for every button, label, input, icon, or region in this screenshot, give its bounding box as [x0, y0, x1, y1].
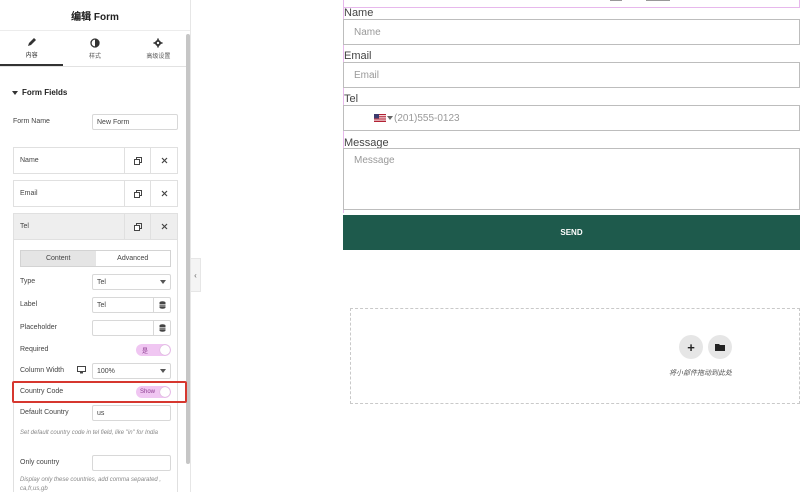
column-width-value: 100% [97, 367, 115, 375]
caret-down-icon [12, 90, 18, 95]
default-country-help: Set default country code in tel field, l… [20, 430, 159, 436]
field-item-name[interactable]: Name [13, 147, 178, 174]
add-section-button[interactable]: + [679, 335, 703, 359]
only-country-help: Display only these countries, add comma … [20, 477, 162, 492]
required-toggle[interactable]: 是 [136, 344, 171, 356]
label-label: Label [20, 301, 38, 308]
drop-zone-text: 将小部件拖动到此处 [669, 370, 732, 377]
preview-tel-label: Tel [344, 93, 359, 105]
placeholder-input[interactable] [92, 320, 171, 336]
copy-icon [133, 222, 142, 231]
widget-drop-zone[interactable] [350, 308, 800, 404]
panel-title: 编辑 Form [0, 0, 190, 31]
duplicate-button[interactable] [125, 148, 151, 173]
placeholder-label: Placeholder [20, 324, 57, 331]
settings-subtabs: Content Advanced [20, 250, 171, 267]
chevron-down-icon [160, 369, 166, 373]
pencil-icon [27, 37, 36, 46]
tab-content-label: 内容 [25, 52, 38, 59]
copy-icon [133, 156, 142, 165]
preview-email-input[interactable]: Email [343, 62, 800, 88]
duplicate-button[interactable] [125, 181, 151, 206]
tab-advanced-label: 高级设置 [146, 53, 171, 60]
tab-advanced[interactable]: 高级设置 [127, 31, 190, 66]
required-label: Required [20, 346, 49, 353]
field-item-label: Name [14, 148, 125, 173]
form-fields-section-toggle[interactable]: Form Fields [12, 88, 67, 97]
folder-icon [715, 344, 725, 351]
editor-panel: 编辑 Form 内容 样式 高级设置 Form Fields Form Name… [0, 0, 191, 492]
subtab-content[interactable]: Content [21, 251, 96, 266]
tab-style[interactable]: 样式 [63, 31, 126, 66]
chevron-down-icon [160, 280, 166, 284]
contrast-icon [90, 37, 100, 48]
us-flag-icon [374, 114, 386, 122]
duplicate-button[interactable] [125, 214, 151, 239]
dynamic-tags-button[interactable] [153, 297, 170, 313]
default-country-label: Default Country [20, 409, 69, 416]
only-country-label: Only country [20, 459, 60, 466]
close-icon [161, 223, 167, 230]
plus-icon: + [687, 339, 695, 355]
close-icon [161, 157, 167, 164]
preview-tel-input[interactable]: (201)555-0123 [343, 105, 800, 131]
field-item-label: Email [14, 181, 125, 206]
field-item-label: Tel [14, 214, 125, 239]
type-label: Type [20, 278, 36, 285]
send-button[interactable]: SEND [343, 215, 800, 250]
subtab-advanced[interactable]: Advanced [96, 251, 171, 266]
only-country-input[interactable] [92, 455, 171, 471]
required-toggle-text: 是 [142, 348, 149, 355]
section-title: Form Fields [22, 88, 68, 97]
tab-content[interactable]: 内容 [0, 31, 64, 66]
gear-icon [153, 38, 163, 47]
preview-message-textarea[interactable]: Message [343, 148, 800, 210]
toggle-knob [160, 345, 170, 355]
preview-top-frame [343, 0, 800, 8]
type-select[interactable]: Tel [92, 274, 171, 290]
default-country-input[interactable]: us [92, 405, 171, 421]
label-input[interactable]: Tel [92, 297, 171, 313]
label-input-value: Tel [97, 301, 106, 309]
collapse-panel-button[interactable]: ‹ [191, 258, 201, 292]
type-select-value: Tel [97, 278, 106, 286]
preview-top-marks [610, 0, 670, 1]
preview-email-label: Email [344, 50, 372, 62]
preview-tel-placeholder: (201)555-0123 [394, 112, 460, 124]
desktop-icon[interactable] [77, 366, 86, 374]
chevron-down-icon[interactable] [387, 116, 393, 120]
copy-icon [133, 189, 142, 198]
close-icon [161, 190, 167, 197]
database-icon [159, 324, 165, 332]
chevron-left-icon: ‹ [194, 270, 197, 280]
database-icon [159, 301, 165, 309]
field-item-tel[interactable]: Tel [13, 213, 178, 240]
form-name-label: Form Name [13, 118, 50, 125]
preview-name-input[interactable]: Name [343, 19, 800, 45]
dynamic-tags-button[interactable] [153, 320, 170, 336]
remove-button[interactable] [151, 148, 177, 173]
template-library-button[interactable] [708, 335, 732, 359]
remove-button[interactable] [151, 181, 177, 206]
panel-tabs: 内容 样式 高级设置 [0, 31, 190, 67]
remove-button[interactable] [151, 214, 177, 239]
field-item-email[interactable]: Email [13, 180, 178, 207]
preview-name-label: Name [344, 7, 374, 19]
country-code-highlight [12, 381, 187, 403]
tab-style-label: 样式 [88, 53, 101, 60]
column-width-label: Column Width [20, 367, 64, 374]
column-width-select[interactable]: 100% [92, 363, 171, 379]
form-name-input[interactable]: New Form [92, 114, 178, 130]
